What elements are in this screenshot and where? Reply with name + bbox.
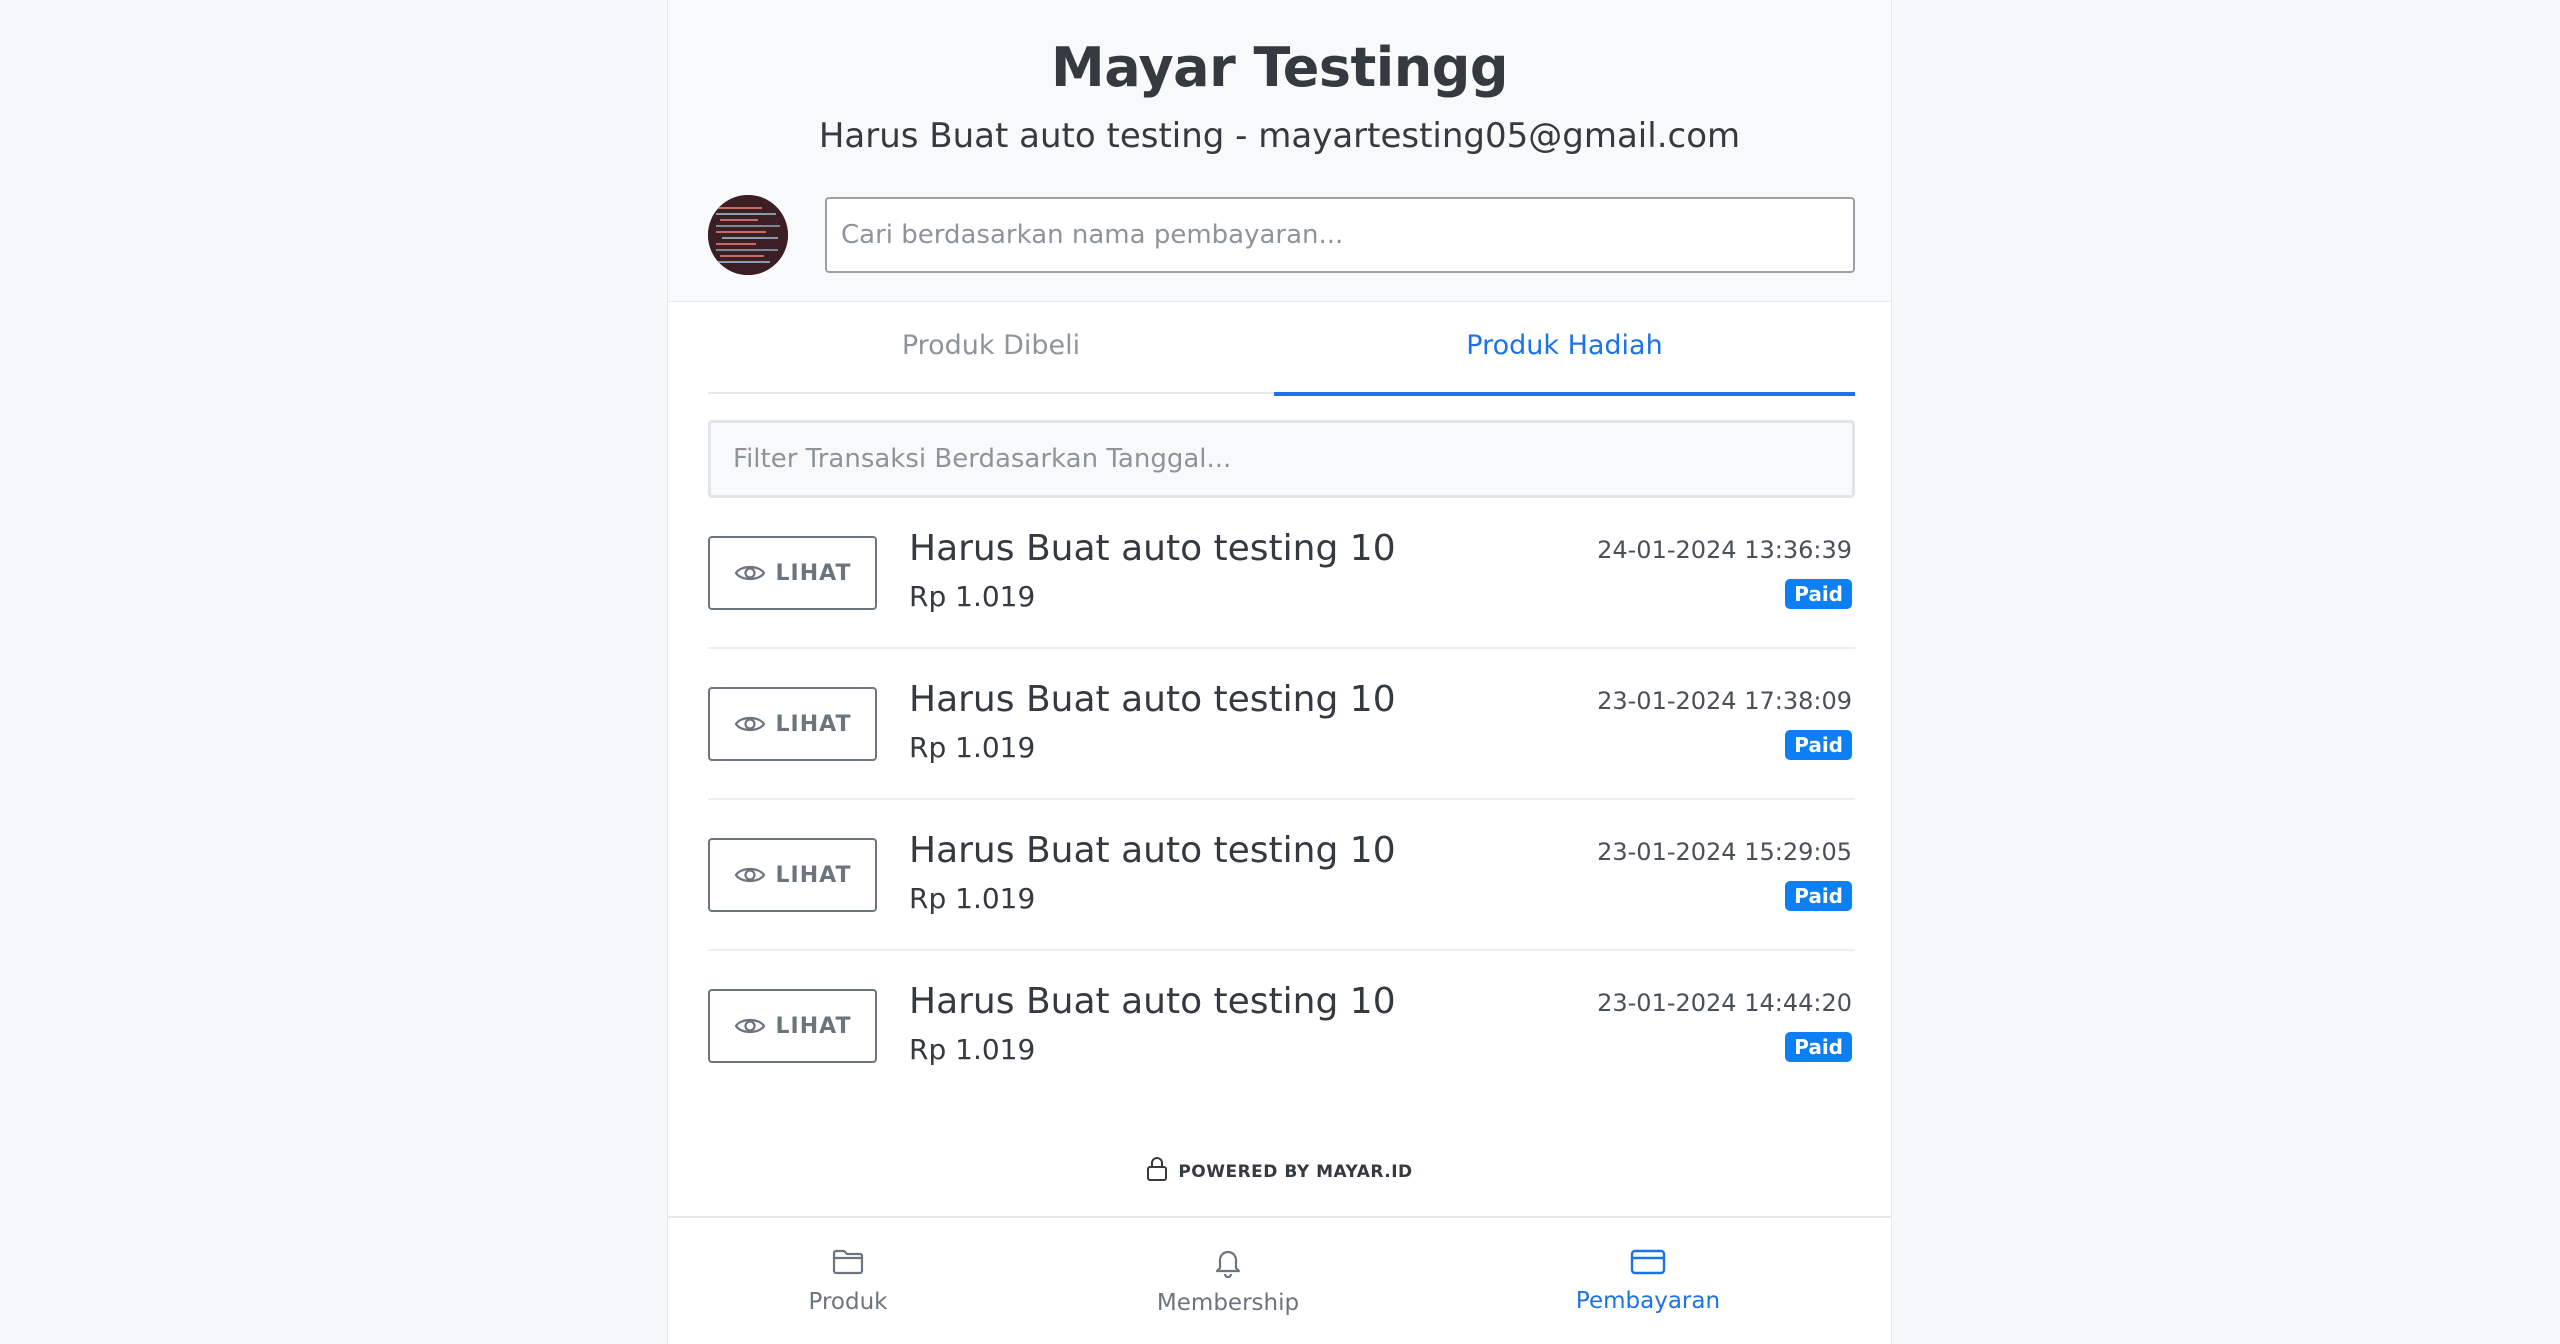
lock-icon: [1146, 1156, 1168, 1187]
avatar[interactable]: [708, 195, 788, 275]
nav-membership-label: Membership: [1156, 1290, 1300, 1316]
store-title: Mayar Testingg: [1050, 36, 1509, 99]
transaction-row: LIHAT Harus Buat auto testing 10 Rp 1.01…: [708, 649, 1855, 800]
view-button[interactable]: LIHAT: [708, 989, 877, 1063]
nav-membership[interactable]: Membership: [1048, 1218, 1408, 1344]
transaction-name: Harus Buat auto testing 10: [909, 528, 1396, 569]
transaction-date: 23-01-2024 15:29:05: [1597, 838, 1852, 866]
transaction-date: 23-01-2024 17:38:09: [1597, 687, 1852, 715]
view-button-label: LIHAT: [775, 1013, 852, 1039]
transaction-name: Harus Buat auto testing 10: [909, 679, 1396, 720]
status-badge: Paid: [1785, 1032, 1852, 1062]
folder-icon: [831, 1247, 865, 1283]
eye-icon: [734, 562, 766, 584]
tab-produk-dibeli[interactable]: Produk Dibeli: [708, 303, 1274, 394]
status-badge: Paid: [1785, 881, 1852, 911]
transaction-amount: Rp 1.019: [909, 1033, 1036, 1066]
store-header: Mayar Testingg Harus Buat auto testing -…: [668, 0, 1891, 302]
view-button-label: LIHAT: [775, 711, 852, 737]
transaction-amount: Rp 1.019: [909, 580, 1036, 613]
powered-by-label[interactable]: POWERED BY MAYAR.ID: [1178, 1162, 1412, 1182]
view-button-label: LIHAT: [775, 862, 852, 888]
store-subtitle: Harus Buat auto testing - mayartesting05…: [818, 116, 1741, 156]
eye-icon: [734, 1015, 766, 1037]
bell-icon: [1212, 1246, 1244, 1284]
status-badge: Paid: [1785, 730, 1852, 760]
transaction-row: LIHAT Harus Buat auto testing 10 Rp 1.01…: [708, 800, 1855, 951]
powered-by: POWERED BY MAYAR.ID: [668, 1156, 1891, 1187]
transaction-name: Harus Buat auto testing 10: [909, 830, 1396, 871]
transaction-date: 23-01-2024 14:44:20: [1597, 989, 1852, 1017]
status-badge: Paid: [1785, 579, 1852, 609]
transaction-name: Harus Buat auto testing 10: [909, 981, 1396, 1022]
bottom-nav: Produk Membership Pembayaran: [668, 1216, 1891, 1344]
date-filter-input[interactable]: [708, 420, 1855, 498]
view-button[interactable]: LIHAT: [708, 536, 877, 610]
view-button[interactable]: LIHAT: [708, 687, 877, 761]
view-button-label: LIHAT: [775, 560, 852, 586]
nav-produk-label: Produk: [808, 1289, 888, 1315]
search-input[interactable]: [825, 197, 1855, 273]
view-button[interactable]: LIHAT: [708, 838, 877, 912]
eye-icon: [734, 713, 766, 735]
credit-card-icon: [1630, 1248, 1666, 1282]
transaction-amount: Rp 1.019: [909, 731, 1036, 764]
transaction-list: LIHAT Harus Buat auto testing 10 Rp 1.01…: [708, 498, 1855, 1102]
tabs: Produk Dibeli Produk Hadiah: [708, 303, 1855, 396]
transaction-row: LIHAT Harus Buat auto testing 10 Rp 1.01…: [708, 498, 1855, 649]
eye-icon: [734, 864, 766, 886]
transaction-date: 24-01-2024 13:36:39: [1597, 536, 1852, 564]
payment-page: Mayar Testingg Harus Buat auto testing -…: [667, 0, 1892, 1344]
tab-produk-hadiah[interactable]: Produk Hadiah: [1274, 303, 1855, 396]
nav-pembayaran-label: Pembayaran: [1575, 1288, 1721, 1314]
nav-pembayaran[interactable]: Pembayaran: [1428, 1218, 1868, 1344]
transaction-amount: Rp 1.019: [909, 882, 1036, 915]
transaction-row: LIHAT Harus Buat auto testing 10 Rp 1.01…: [708, 951, 1855, 1102]
nav-produk[interactable]: Produk: [668, 1218, 1028, 1344]
